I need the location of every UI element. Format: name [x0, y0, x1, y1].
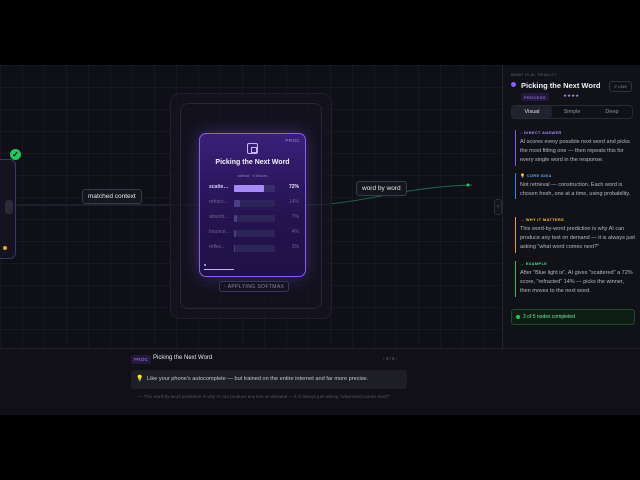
probability-row: absorb… 7% [209, 213, 299, 222]
probability-value: 14% [288, 199, 299, 205]
probability-value: 72% [288, 184, 299, 190]
analogy-text: Like your phone's autocomplete — but tra… [147, 376, 369, 382]
edge-label-matched-context: matched context [82, 189, 142, 204]
panel-kicker: WHAT IS AI, REALLY? [511, 72, 558, 77]
tab-simple[interactable]: Simple [552, 106, 592, 118]
detail-panel: WHAT IS AI, REALLY? Picking the Next Wor… [502, 65, 640, 348]
flow-canvas[interactable]: ✓ matched context word by word PROC Pick… [0, 65, 502, 348]
tab-deep[interactable]: Deep [592, 106, 632, 118]
softmax-label: APPLYING SOFTMAX [227, 283, 285, 290]
caption-type-tag: PROC [131, 355, 152, 364]
section-heading-text: CORE IDEA [526, 173, 552, 178]
edge-label-word-by-word: word by word [356, 181, 407, 196]
probability-row: reflec… 3% [209, 243, 299, 252]
link-button[interactable]: ⇗ LINK [608, 81, 632, 92]
section-heading-text: EXAMPLE [525, 261, 548, 266]
probability-fill [234, 245, 236, 252]
candidate-word: bounce… [209, 229, 231, 235]
section-direct-answer: ◌ DIRECT ANSWER AI scores every possible… [515, 130, 635, 166]
view-tabs: Visual Simple Deep [511, 105, 633, 119]
probability-fill [234, 200, 240, 207]
node-title: Picking the Next Word [215, 159, 290, 166]
node-meta-right: 5 choices [252, 174, 268, 178]
section-body: After "Blue light is", AI gives "scatter… [520, 270, 633, 295]
analogy-box: 💡 Like your phone's autocomplete — but t… [131, 370, 407, 389]
lightbulb-icon: 💡 [136, 376, 144, 382]
section-heading: ◌ DIRECT ANSWER [520, 130, 562, 135]
panel-collapse-toggle[interactable]: ‹ [494, 199, 502, 215]
node-type-tag: PROC [285, 138, 300, 143]
probability-track [234, 245, 275, 252]
node-meta: softmax · 5 choices [237, 174, 268, 178]
section-body: This word-by-word prediction is why AI c… [520, 226, 635, 251]
check-icon: ✓ [10, 149, 21, 160]
tab-visual[interactable]: Visual [512, 106, 552, 118]
bottom-caption-bar: PROC Picking the Next Word ‹ 3 / 5 › 💡 L… [0, 348, 640, 415]
link-button-label: LINK [618, 84, 627, 89]
section-example: → EXAMPLE After "Blue light is", AI give… [515, 261, 635, 297]
section-heading: → EXAMPLE [520, 261, 548, 266]
probability-value: 3% [291, 244, 299, 250]
probability-value: 7% [291, 214, 299, 220]
probability-fill [234, 215, 237, 222]
candidate-word: refract… [209, 199, 229, 205]
node-color-dot [511, 82, 516, 87]
panel-title: Picking the Next Word [521, 81, 601, 90]
previous-node[interactable] [0, 159, 16, 259]
candidate-word: absorb… [209, 214, 230, 220]
probability-track [234, 185, 275, 192]
probability-fill [234, 185, 264, 192]
node-status-dot [3, 246, 7, 250]
section-heading: 💡 CORE IDEA [520, 173, 552, 178]
node-chip [5, 200, 13, 214]
difficulty-stars: ★★★★ [563, 93, 580, 98]
process-node-card[interactable]: PROC Picking the Next Word softmax · 5 c… [199, 133, 306, 277]
section-why-it-matters: → WHY IT MATTERS This word-by-word predi… [515, 217, 635, 253]
caption-pager[interactable]: ‹ 3 / 5 › [383, 356, 397, 361]
caption-footnote-text: This word-by-word prediction is why AI c… [143, 394, 391, 399]
probability-fill [234, 230, 236, 237]
section-body: AI scores every possible next word and p… [520, 139, 630, 164]
node-progress-bar [204, 268, 234, 270]
section-body: Not retrieval — construction. Each word … [520, 182, 631, 198]
probability-row: refract… 14% [209, 198, 299, 207]
caption-title: Picking the Next Word [153, 355, 213, 361]
probability-row: scatte… 72% [209, 183, 299, 192]
candidate-word: reflec… [209, 244, 227, 250]
section-heading: → WHY IT MATTERS [520, 217, 564, 222]
section-heading-text: WHY IT MATTERS [525, 217, 564, 222]
probability-track [234, 215, 275, 222]
probability-value: 4% [291, 229, 299, 235]
caption-footnote: — This word-by-word prediction is why AI… [138, 394, 391, 399]
section-heading-text: DIRECT ANSWER [524, 130, 562, 135]
candidate-word: scatte… [209, 184, 229, 190]
app-stage: ✓ matched context word by word PROC Pick… [0, 65, 640, 415]
probability-track [234, 200, 275, 207]
progress-dot [204, 264, 206, 266]
process-badge: PROCESS [521, 93, 549, 101]
softmax-status: ◦ APPLYING SOFTMAX [219, 281, 290, 292]
probability-row: bounce… 4% [209, 228, 299, 237]
node-meta-left: softmax [237, 174, 250, 178]
cpu-icon [247, 143, 258, 154]
section-core-idea: 💡 CORE IDEA Not retrieval — construction… [515, 173, 635, 200]
completion-status: 3 of 5 nodes completed [511, 309, 635, 325]
probability-track [234, 230, 275, 237]
